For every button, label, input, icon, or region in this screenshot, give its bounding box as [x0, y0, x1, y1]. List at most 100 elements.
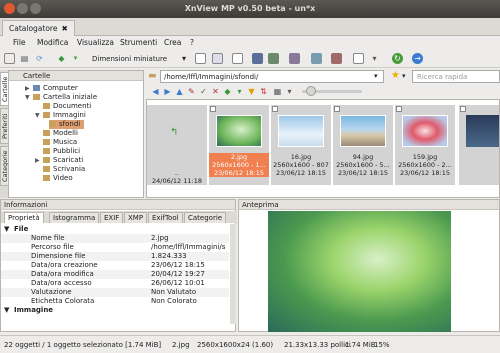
parent-folder-icon: ↰	[170, 127, 179, 138]
tag-icon[interactable]: ◆	[222, 86, 233, 97]
check-icon[interactable]: ✓	[198, 86, 209, 97]
tree-item-video[interactable]: Video	[43, 174, 73, 183]
tree-item-documenti[interactable]: Documenti	[43, 102, 91, 111]
tree-item-immagini[interactable]: ▼ Immagini	[35, 111, 86, 120]
info-row: Data/ora creazione 23/06/12 18:15	[1, 261, 229, 270]
view-icon[interactable]: ▦	[272, 86, 283, 97]
refresh-icon[interactable]: ↻	[392, 53, 403, 64]
info-row: Dimensione file 1.824.333	[1, 252, 229, 261]
status-bar: 22 oggetti / 1 oggetto selezionato [1.74…	[0, 335, 500, 353]
thumbnail-size-label[interactable]: Dimensioni miniature	[92, 55, 167, 63]
window-icon[interactable]	[212, 53, 223, 64]
tree-item-scaricati[interactable]: ▶ Scaricati	[35, 156, 83, 165]
tab-exiftool[interactable]: ExifTool	[148, 212, 183, 223]
grid-icon[interactable]	[232, 53, 243, 64]
tab-categorie[interactable]: Categorie	[184, 212, 227, 223]
slideshow-icon[interactable]	[268, 53, 279, 64]
menu-help[interactable]: ?	[190, 38, 194, 47]
forward-icon[interactable]: →	[412, 53, 423, 64]
section-file[interactable]: ▼ File	[1, 225, 229, 234]
tree-item-sfondi[interactable]: sfondi	[49, 120, 85, 129]
reload-icon[interactable]: ⟳	[34, 53, 45, 64]
tab-catalogatore[interactable]: Catalogatore ✖	[2, 20, 75, 36]
tab-exif[interactable]: EXIF	[100, 212, 124, 223]
delete-icon[interactable]: ✕	[210, 86, 221, 97]
star-icon[interactable]: ★	[391, 70, 400, 81]
info-scrollbar[interactable]	[230, 224, 236, 324]
thumb-checkbox[interactable]	[460, 106, 466, 112]
menu-file[interactable]: File	[13, 38, 26, 47]
info-value: 20/04/12 19:27	[151, 270, 205, 278]
layout-icon[interactable]	[195, 53, 206, 64]
filter-icon[interactable]: ▼	[246, 86, 257, 97]
zoom-slider-handle[interactable]	[306, 86, 316, 96]
tab-close-icon[interactable]: ✖	[61, 24, 67, 33]
menu-crea[interactable]: Crea	[164, 38, 181, 47]
thumb-checkbox[interactable]	[210, 106, 216, 112]
thumb-info: 2560x1600 - 5...	[336, 161, 390, 169]
print-dropdown-icon[interactable]: ▾	[369, 53, 380, 64]
info-tabs: Proprietà Istogramma EXIF XMP ExifTool C…	[1, 211, 237, 223]
thumb-item-159[interactable]: 159.jpg 2560x1600 - 2... 23/06/12 18:15	[395, 105, 455, 185]
tree-item-computer[interactable]: ▶ Computer	[25, 84, 78, 93]
tree-item-musica[interactable]: Musica	[43, 138, 77, 147]
back-icon[interactable]: ◀	[150, 86, 161, 97]
thumb-checkbox[interactable]	[334, 106, 340, 112]
info-row: Data/ora modifica 20/04/12 19:27	[1, 270, 229, 279]
thumbnail-browser: ↰ .. 24/06/12 11:18 2.jpg 2560x1600 - 1.…	[146, 99, 500, 198]
tab-proprieta[interactable]: Proprietà	[4, 212, 44, 223]
tab-xmp[interactable]: XMP	[124, 212, 148, 223]
info-row: Valutazione Non Valutato	[1, 288, 229, 297]
thumb-name: 94.jpg	[352, 153, 374, 161]
screen-icon[interactable]	[311, 53, 322, 64]
section-image[interactable]: ▼ Immagine	[1, 306, 229, 315]
tree-item-scrivania[interactable]: Scrivania	[43, 165, 85, 174]
info-key: Nome file	[31, 234, 65, 242]
tree-item-modelli[interactable]: Modelli	[43, 129, 78, 138]
info-value: 26/06/12 10:01	[151, 279, 205, 287]
thumb-item-partial[interactable]	[459, 105, 499, 185]
info-value: Non Colorato	[151, 297, 197, 305]
tag-menu-icon[interactable]: ▾	[234, 86, 245, 97]
info-key: Data/ora modifica	[31, 270, 94, 278]
path-dropdown-icon[interactable]: ▾	[374, 72, 378, 80]
menu-bar: File Modifica Visualizza Strumenti Crea …	[0, 37, 500, 49]
browse-icon[interactable]	[4, 53, 15, 64]
thumb-item-parent[interactable]: ↰ .. 24/06/12 11:18	[147, 105, 207, 185]
tag-icon[interactable]: ◆	[56, 53, 67, 64]
forward-nav-icon[interactable]: ▶	[162, 86, 173, 97]
tree-item-pubblici[interactable]: Pubblici	[43, 147, 80, 156]
info-value: Non Valutato	[151, 288, 197, 296]
chevron-down-icon[interactable]: ▾	[182, 54, 186, 63]
thumb-name: 159.jpg	[412, 153, 438, 161]
thumb-info: 2560x1600 - 2...	[398, 161, 452, 169]
thumb-checkbox[interactable]	[396, 106, 402, 112]
star-dropdown-icon[interactable]: ▾	[402, 72, 406, 80]
tab-istogramma[interactable]: Istogramma	[49, 212, 100, 223]
tree-item-cartella-iniziale[interactable]: ▼ Cartella iniziale	[25, 93, 97, 102]
menu-visualizza[interactable]: Visualizza	[77, 38, 114, 47]
edit-icon[interactable]: ✎	[186, 86, 197, 97]
thumb-item-16[interactable]: 16.jpg 2560x1600 - 807 23/06/12 18:15	[271, 105, 331, 185]
tag-dropdown-icon[interactable]: ▾	[70, 53, 81, 64]
info-value: 23/06/12 18:15	[151, 261, 205, 269]
thumb-item-94[interactable]: 94.jpg 2560x1600 - 5... 23/06/12 18:15	[333, 105, 393, 185]
print-icon[interactable]	[353, 53, 364, 64]
thumb-item-2[interactable]: 2.jpg 2560x1600 - 1... 23/06/12 18:15	[209, 105, 269, 185]
path-input[interactable]: /home/lffl/Immagini/sfondi/	[160, 70, 384, 83]
info-key: Percorso file	[31, 243, 74, 251]
menu-strumenti[interactable]: Strumenti	[120, 38, 157, 47]
fullscreen-icon[interactable]	[252, 53, 263, 64]
browser-toolbar: ◀ ▶ ▲ ✎ ✓ ✕ ◆ ▾ ▼ ⇅ ▦ ▾	[146, 86, 500, 98]
thumb-checkbox[interactable]	[272, 106, 278, 112]
convert-icon[interactable]	[331, 53, 342, 64]
view-mode-icon[interactable]: ▤	[19, 53, 30, 64]
menu-modifica[interactable]: Modifica	[37, 38, 68, 47]
view-dropdown-icon[interactable]: ▾	[284, 86, 295, 97]
up-icon[interactable]: ▲	[174, 86, 185, 97]
sort-icon[interactable]: ⇅	[258, 86, 269, 97]
search-input[interactable]: Ricerca rapida	[412, 70, 500, 83]
compare-icon[interactable]	[289, 53, 300, 64]
info-value: 1.824.333	[151, 252, 187, 260]
collapse-icon: ▼	[4, 225, 10, 233]
